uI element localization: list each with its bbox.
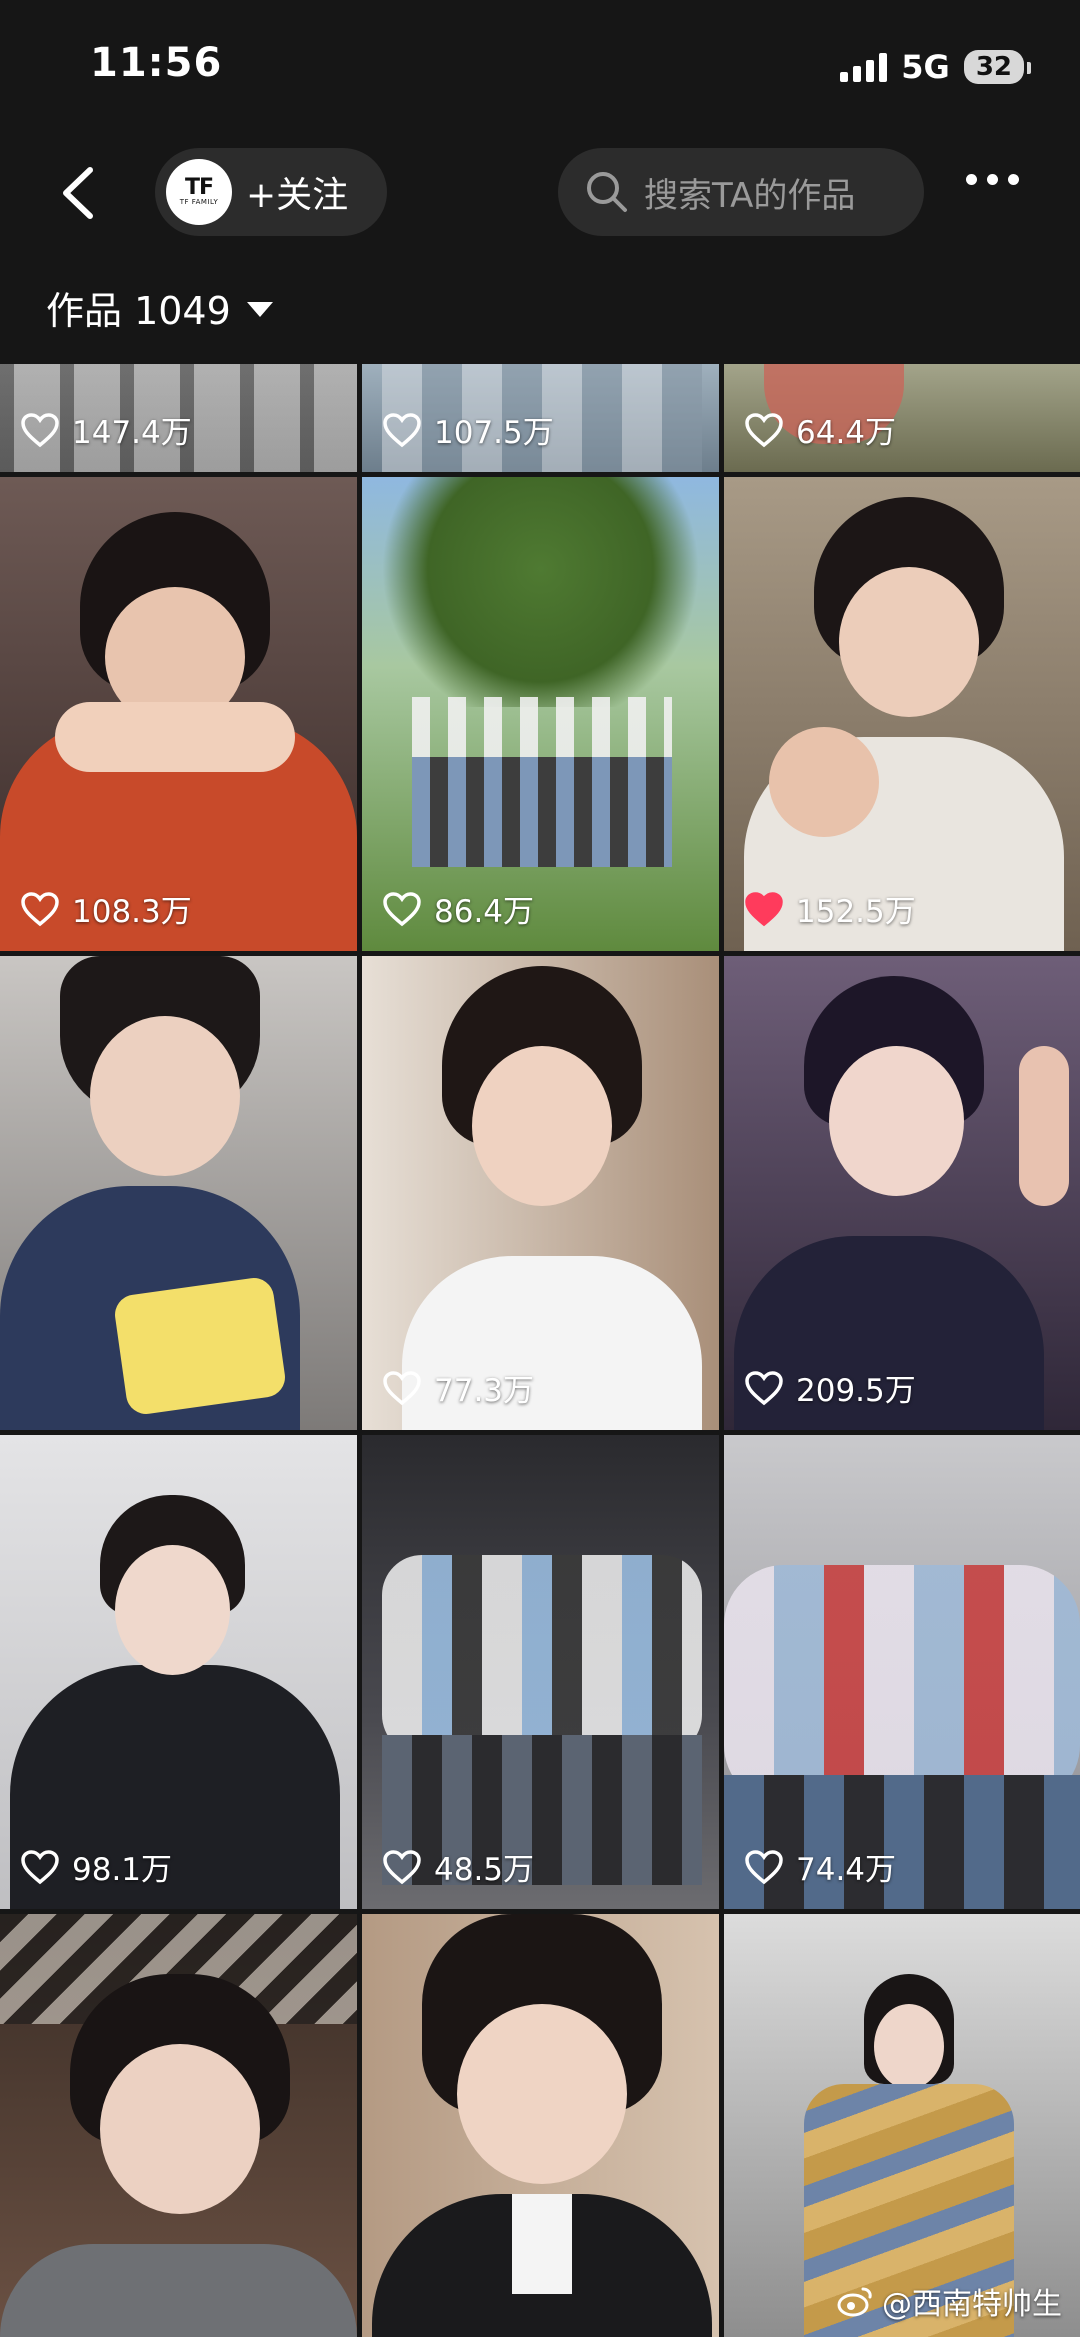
video-tile[interactable]: 107.5万 <box>362 364 719 472</box>
status-bar: 11:56 5G 32 <box>0 0 1080 140</box>
like-count: 108.3万 <box>20 886 192 931</box>
battery-icon: 32 <box>963 50 1032 84</box>
heart-icon <box>21 1849 59 1884</box>
heart-icon <box>745 1849 783 1884</box>
more-options-icon[interactable] <box>966 174 1019 185</box>
video-tile[interactable]: 152.5万 <box>724 477 1080 951</box>
video-tile[interactable] <box>0 1914 357 2337</box>
signal-icon <box>840 52 888 82</box>
heart-icon <box>383 1849 421 1884</box>
thumbnail-image <box>382 1555 702 1755</box>
video-tile[interactable]: 209.5万 <box>724 956 1080 1430</box>
video-tile[interactable]: 86.4万 <box>362 477 719 951</box>
video-tile[interactable] <box>362 1914 719 2337</box>
heart-icon <box>383 412 421 447</box>
heart-icon <box>21 891 59 926</box>
search-icon <box>587 172 627 212</box>
like-count: 77.3万 <box>382 1365 534 1410</box>
like-count: 98.1万 <box>20 1844 172 1889</box>
video-grid: 147.4万 107.5万 64.4万 108.3万 86.4万 152.5万 … <box>0 364 1080 2337</box>
video-tile[interactable]: @西南特帅生 <box>724 1914 1080 2337</box>
search-input[interactable]: 搜索TA的作品 <box>558 148 924 236</box>
heart-icon-liked <box>745 891 783 926</box>
search-placeholder: 搜索TA的作品 <box>644 175 856 216</box>
like-count: 64.4万 <box>744 407 896 452</box>
like-count: 86.4万 <box>382 886 534 931</box>
chevron-left-icon <box>63 167 93 219</box>
video-tile[interactable]: 98.1万 <box>0 1435 357 1909</box>
video-tile[interactable]: 64.4万 <box>724 364 1080 472</box>
status-indicators: 5G 32 <box>840 48 1032 86</box>
heart-icon <box>745 1370 783 1405</box>
like-count: 107.5万 <box>382 407 554 452</box>
like-count: 147.4万 <box>20 407 192 452</box>
works-count: 作品 1049 <box>46 289 231 333</box>
like-count: 48.5万 <box>382 1844 534 1889</box>
network-label: 5G <box>901 48 950 86</box>
brand-logo-caption: TF FAMILY <box>179 197 219 206</box>
like-count: 74.4万 <box>744 1844 896 1889</box>
profile-header: TF TF FAMILY +关注 搜索TA的作品 <box>0 140 1080 246</box>
caret-down-icon <box>246 302 273 317</box>
weibo-icon <box>837 2287 872 2317</box>
watermark-text: @西南特帅生 <box>882 2287 1062 2322</box>
watermark: @西南特帅生 <box>836 2279 1062 2323</box>
video-tile[interactable]: 48.5万 <box>362 1435 719 1909</box>
follow-label: +关注 <box>246 175 349 216</box>
video-tile[interactable]: 77.3万 <box>362 956 719 1430</box>
like-count: 152.5万 <box>744 886 916 931</box>
heart-icon <box>745 412 783 447</box>
heart-icon <box>383 891 421 926</box>
like-count: 209.5万 <box>744 1365 916 1410</box>
video-tile[interactable]: 108.3万 <box>0 477 357 951</box>
back-button[interactable] <box>50 158 110 228</box>
works-filter[interactable]: 作品 1049 <box>46 280 273 335</box>
brand-logo: TF <box>184 174 214 200</box>
video-tile[interactable]: 147.4万 <box>0 364 357 472</box>
follow-button[interactable]: TF TF FAMILY +关注 <box>155 148 387 236</box>
heart-icon <box>21 412 59 447</box>
thumbnail-image <box>724 1565 1080 1805</box>
heart-icon <box>383 1370 421 1405</box>
video-tile[interactable] <box>0 956 357 1430</box>
screen: 11:56 5G 32 TF TF FAMILY +关注 搜索TA的作品 作品 … <box>0 0 1080 2337</box>
video-tile[interactable]: 74.4万 <box>724 1435 1080 1909</box>
status-time: 11:56 <box>90 40 223 86</box>
avatar[interactable]: TF TF FAMILY <box>166 159 232 225</box>
thumbnail-image <box>362 477 719 707</box>
